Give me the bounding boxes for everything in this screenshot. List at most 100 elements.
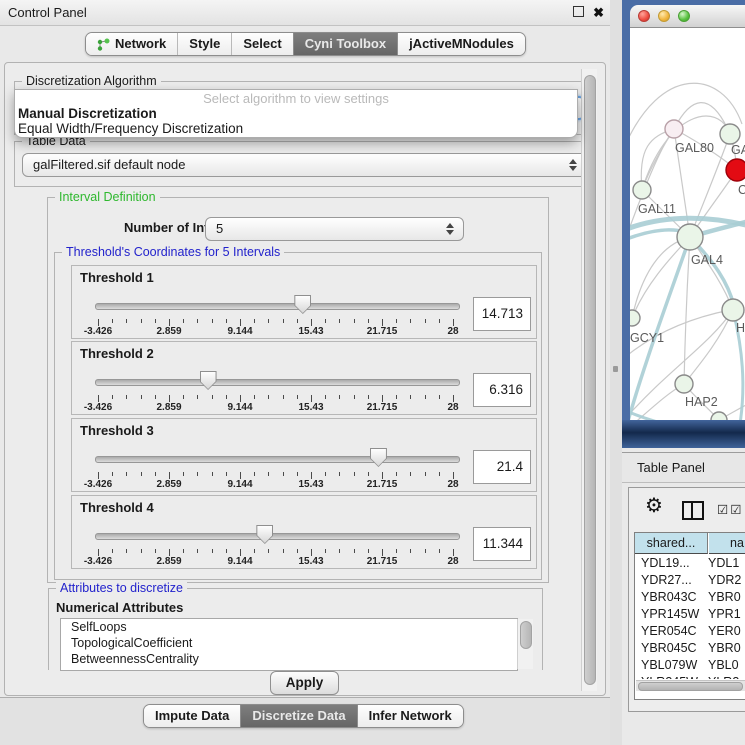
tick-mark: [311, 395, 312, 402]
tab-style[interactable]: Style: [177, 33, 231, 55]
tab-infer-network[interactable]: Infer Network: [357, 705, 463, 727]
threshold-panel-3: Threshold 3-3.4262.8599.14415.4321.71528…: [71, 418, 537, 492]
node-label: H: [736, 321, 745, 335]
tab-select[interactable]: Select: [231, 33, 292, 55]
threshold-slider-thumb[interactable]: [256, 525, 273, 544]
tick-mark: [169, 472, 170, 479]
algorithm-option[interactable]: Equal Width/Frequency Discretization: [15, 121, 577, 136]
tick-mark: [297, 472, 298, 476]
table-row[interactable]: YDL19...YDL1: [635, 555, 745, 572]
threshold-slider-thumb[interactable]: [370, 448, 387, 467]
number-of-intervals-combobox[interactable]: 5: [205, 217, 464, 241]
splitter-grip-icon[interactable]: [613, 366, 618, 372]
network-canvas[interactable]: GAL80GACGAL11GAL4GCY1HHAP2: [630, 28, 745, 420]
tick-label: 9.144: [227, 556, 252, 567]
tick-label: 2.859: [156, 556, 181, 567]
numerical-attributes-list[interactable]: SelfLoopsTopologicalCoefficientBetweenne…: [60, 618, 518, 671]
tick-mark: [183, 319, 184, 323]
threshold-label: Threshold 2: [80, 346, 154, 361]
table-row[interactable]: YDR27...YDR2: [635, 572, 745, 589]
number-of-intervals-value: 5: [216, 221, 223, 236]
table-row[interactable]: YLR345WYLR3: [635, 674, 745, 679]
threshold-value-field[interactable]: 14.713: [473, 297, 531, 331]
panel-scrollbar-thumb[interactable]: [584, 75, 596, 685]
tab-discretize-data[interactable]: Discretize Data: [240, 705, 356, 727]
attribute-item[interactable]: BetweennessCentrality: [61, 651, 517, 667]
node-gal80[interactable]: [665, 120, 683, 138]
tab-label: jActiveMNodules: [409, 33, 514, 55]
network-window-titlebar[interactable]: [630, 5, 745, 28]
threshold-slider-track[interactable]: [95, 379, 460, 386]
panel-scrollbar[interactable]: [581, 69, 597, 691]
tick-mark: [240, 549, 241, 556]
network-window-frame: GAL80GACGAL11GAL4GCY1HHAP2: [622, 0, 745, 448]
node-top-right[interactable]: [720, 124, 740, 144]
tick-mark: [368, 549, 369, 553]
node-gal11[interactable]: [633, 181, 651, 199]
tick-mark: [268, 395, 269, 399]
node-red[interactable]: [726, 159, 745, 181]
float-window-icon[interactable]: [573, 6, 584, 17]
thresholds-group-label: Threshold's Coordinates for 5 Intervals: [62, 245, 284, 259]
tab-network[interactable]: Network: [86, 33, 177, 55]
checkbox-icons[interactable]: ☑☑: [717, 502, 743, 517]
attribute-item[interactable]: SelfLoops: [61, 619, 517, 635]
attribute-item[interactable]: TopologicalCoefficient: [61, 635, 517, 651]
table-scrollbar-thumb[interactable]: [638, 682, 743, 691]
attributes-scrollbar-thumb[interactable]: [520, 621, 532, 649]
cell-shared-name: YBR043C: [635, 589, 708, 606]
table-rows: YDL19...YDL1YDR27...YDR2YBR043CYBR0YPR14…: [635, 555, 745, 679]
threshold-slider-track[interactable]: [95, 533, 460, 540]
threshold-value-field[interactable]: 6.316: [473, 373, 531, 407]
tab-cyni-toolbox[interactable]: Cyni Toolbox: [293, 33, 397, 55]
tab-label: Cyni Toolbox: [305, 33, 386, 55]
tick-label: -3.426: [84, 326, 112, 337]
columns-icon[interactable]: [682, 501, 704, 520]
node-label: GAL80: [675, 141, 714, 155]
table-row[interactable]: YPR145WYPR1: [635, 606, 745, 623]
tick-mark: [368, 395, 369, 399]
node-label: GCY1: [630, 331, 664, 345]
node-h[interactable]: [722, 299, 744, 321]
table-row[interactable]: YBL079WYBL0: [635, 657, 745, 674]
threshold-value-field[interactable]: 21.4: [473, 450, 531, 484]
bottom-tab-strip: Impute DataDiscretize DataInfer Network: [0, 697, 610, 745]
attributes-scrollbar[interactable]: [517, 619, 533, 669]
close-traffic-light-icon[interactable]: [638, 10, 650, 22]
tick-mark: [354, 472, 355, 476]
node-gcy1[interactable]: [630, 310, 640, 326]
node-gal4[interactable]: [677, 224, 703, 250]
threshold-slider-track[interactable]: [95, 303, 460, 310]
minimize-traffic-light-icon[interactable]: [658, 10, 670, 22]
table-horizontal-scrollbar[interactable]: [636, 680, 745, 691]
tick-label: -3.426: [84, 556, 112, 567]
tick-mark: [325, 472, 326, 476]
tick-label: 28: [447, 479, 458, 490]
column-header-name[interactable]: na: [709, 533, 745, 554]
table-row[interactable]: YBR045CYBR0: [635, 640, 745, 657]
table-row[interactable]: YER054CYER0: [635, 623, 745, 640]
panel-splitter[interactable]: [610, 0, 622, 745]
close-icon[interactable]: ✖: [593, 6, 604, 19]
algorithm-option[interactable]: Manual Discretization: [15, 106, 577, 121]
node-hap2[interactable]: [675, 375, 693, 393]
table-row[interactable]: YBR043CYBR0: [635, 589, 745, 606]
tick-mark: [98, 472, 99, 479]
zoom-traffic-light-icon[interactable]: [678, 10, 690, 22]
cell-shared-name: YDL19...: [635, 555, 708, 572]
table-data-group: Table Data galFiltered.sif default node: [14, 141, 595, 187]
threshold-slider-thumb[interactable]: [200, 371, 217, 390]
threshold-slider-track[interactable]: [95, 456, 460, 463]
apply-button[interactable]: Apply: [270, 671, 339, 695]
attributes-group-label: Attributes to discretize: [56, 581, 187, 595]
tick-mark: [425, 472, 426, 476]
column-header-shared-name[interactable]: shared...: [635, 533, 708, 554]
threshold-value-field[interactable]: 11.344: [473, 527, 531, 561]
threshold-slider-thumb[interactable]: [294, 295, 311, 314]
tab-jactivemnodules[interactable]: jActiveMNodules: [397, 33, 525, 55]
tab-impute-data[interactable]: Impute Data: [144, 705, 240, 727]
gear-icon[interactable]: ⚙: [645, 496, 663, 516]
tick-mark: [254, 319, 255, 323]
table-data-combobox[interactable]: galFiltered.sif default node: [22, 153, 587, 177]
node-bottom[interactable]: [711, 412, 727, 420]
